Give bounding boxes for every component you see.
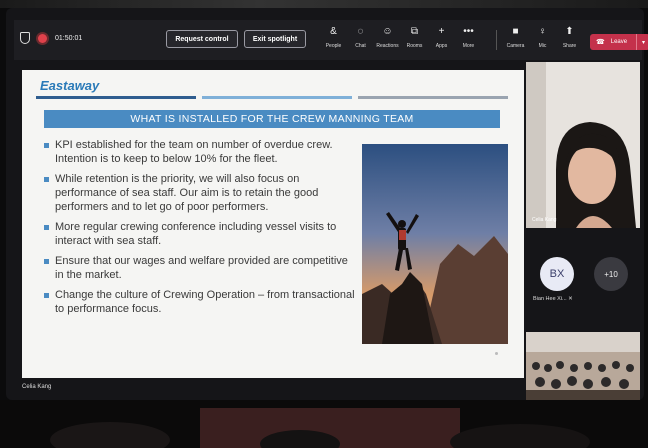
toolbar-mic-button[interactable]: ♀ Mic [529, 25, 556, 49]
toolbar-divider [496, 30, 497, 50]
slide-title-bar: WHAT IS INSTALLED FOR THE CREW MANNING T… [44, 110, 500, 128]
company-logo: Eastaway [40, 78, 100, 93]
header-rule [36, 96, 514, 100]
bullet-marker [44, 177, 49, 182]
bullet-item: While retention is the priority, we will… [44, 172, 356, 214]
mic-icon: ♀ [538, 26, 547, 37]
meeting-timer: 01:50:01 [55, 34, 83, 42]
avatar-bx[interactable]: BX [540, 257, 574, 291]
bullet-text: Change the culture of Crewing Operation … [55, 289, 355, 315]
bullet-text: More regular crewing conference includin… [55, 221, 337, 247]
people-icon: & [330, 26, 337, 37]
bullet-text: While retention is the priority, we will… [55, 173, 319, 213]
bullet-item: KPI established for the team on number o… [44, 138, 356, 166]
toolbar-item-label: Chat [355, 43, 366, 49]
bullet-marker [44, 293, 49, 298]
slide-title: WHAT IS INSTALLED FOR THE CREW MANNING T… [130, 113, 414, 125]
toolbar-item-label: More [462, 43, 475, 49]
toolbar-item-label: People [325, 43, 342, 49]
chat-icon: ◌ [357, 26, 364, 37]
exit-spotlight-button[interactable]: Exit spotlight [244, 30, 306, 48]
more-icon: ••• [463, 26, 474, 37]
phone-icon: ☎ [596, 39, 605, 46]
reactions-icon: ☺ [382, 26, 393, 37]
meeting-toolbar: 01:50:01 Request control Exit spotlight … [14, 20, 648, 60]
mic-off-icon: ✕ [568, 296, 573, 302]
toolbar-camera-button[interactable]: ■ Camera [502, 25, 529, 49]
chevron-down-icon[interactable]: ▾ [636, 34, 648, 50]
toolbar-item-label: Apps [435, 43, 448, 49]
toolbar-share-button[interactable]: ⬆ Share [556, 25, 583, 49]
toolbar-rooms-button[interactable]: ⧉ Rooms [401, 25, 428, 49]
bullet-item: More regular crewing conference includin… [44, 220, 356, 248]
toolbar-item-label: Reactions [376, 43, 399, 49]
bullet-item: Change the culture of Crewing Operation … [44, 288, 356, 316]
apps-icon: + [438, 26, 445, 37]
toolbar-people-button[interactable]: & People [320, 25, 347, 49]
bullet-text: KPI established for the team on number o… [55, 139, 333, 165]
presenter-name: Celia Kang [22, 384, 52, 390]
room-foreground [0, 400, 648, 448]
bullet-item: Ensure that our wages and welfare provid… [44, 254, 356, 282]
slide-indicator [495, 352, 498, 355]
camera-icon: ■ [512, 26, 519, 37]
request-control-button[interactable]: Request control [166, 30, 238, 48]
overflow-participants[interactable]: +10 [594, 257, 628, 291]
recording-icon [38, 33, 47, 43]
toolbar-apps-button[interactable]: + Apps [428, 25, 455, 49]
bullet-marker [44, 225, 49, 230]
toolbar-item-label: Share [562, 43, 577, 49]
share-icon: ⬆ [565, 26, 574, 37]
toolbar-more-button[interactable]: ••• More [455, 25, 482, 49]
leave-label: Leave [610, 39, 628, 45]
bullet-marker [44, 259, 49, 264]
participant-video-tile[interactable]: Celia Kang [526, 62, 640, 228]
video-tile-name: Celia Kang [532, 217, 557, 223]
toolbar-item-label: Rooms [406, 43, 423, 49]
shared-slide: Eastaway WHAT IS INSTALLED FOR THE CREW … [22, 70, 524, 378]
bullet-text: Ensure that our wages and welfare provid… [55, 255, 348, 281]
toolbar-reactions-button[interactable]: ☺ Reactions [374, 25, 401, 49]
toolbar-item-label: Camera [506, 43, 525, 49]
bullet-list: KPI established for the team on number o… [44, 138, 356, 322]
shield-icon [20, 32, 30, 44]
bullet-marker [44, 143, 49, 148]
toolbar-chat-button[interactable]: ◌ Chat [347, 25, 374, 49]
room-camera-tile[interactable] [526, 332, 640, 400]
toolbar-item-label: Mic [538, 43, 547, 49]
leave-button[interactable]: ☎ Leave ▾ [590, 34, 648, 50]
avatar-name: Bian Hee Xi... ✕ [533, 296, 573, 302]
top-glare [0, 0, 648, 8]
rooms-icon: ⧉ [410, 26, 419, 37]
mountain-photo [362, 144, 508, 344]
